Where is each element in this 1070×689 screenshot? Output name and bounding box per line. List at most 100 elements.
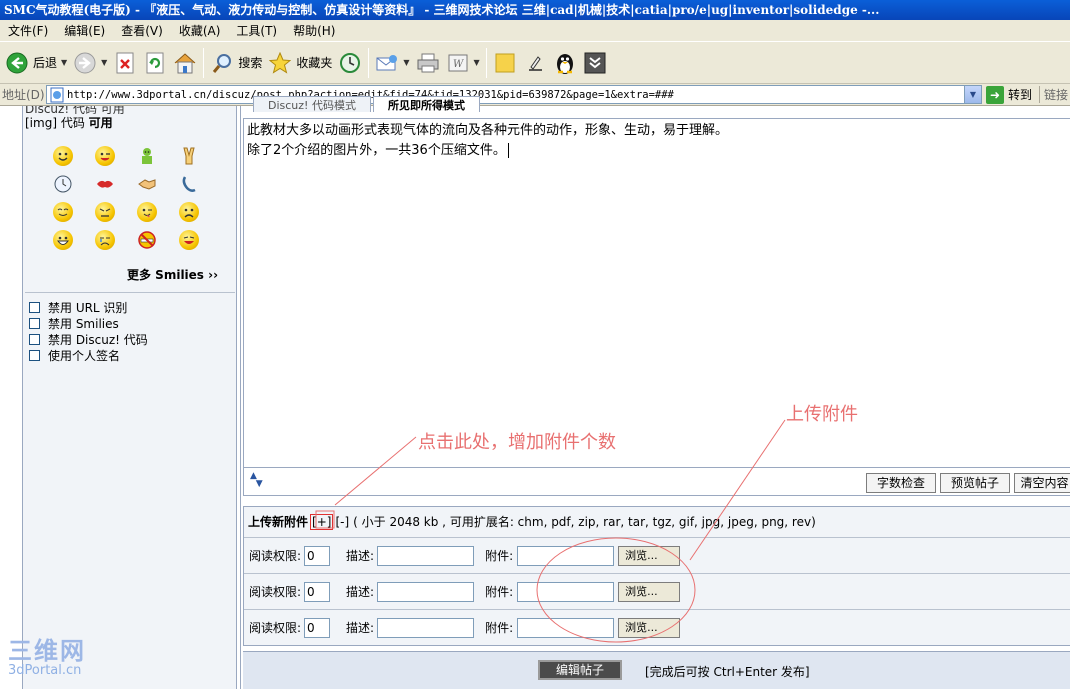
menu-favorites[interactable]: 收藏(A) — [171, 20, 229, 42]
smiley-green-man-icon[interactable] — [137, 146, 157, 166]
disable-url-checkbox[interactable] — [29, 301, 40, 313]
menu-tools[interactable]: 工具(T) — [228, 20, 285, 42]
option-disable-url[interactable]: 禁用 URL 识别 — [29, 299, 148, 315]
edit-post-button[interactable]: 编辑帖子 — [538, 660, 622, 680]
editor-panel: Discuz! 代码模式 所见即所得模式 此教材大多以动画形式表现气体的流向及各… — [240, 96, 1070, 689]
tab-wysiwyg-mode[interactable]: 所见即所得模式 — [372, 96, 480, 112]
home-button[interactable] — [170, 46, 200, 80]
description-input[interactable] — [377, 545, 475, 566]
description-label: 描述: — [346, 585, 375, 599]
go-button[interactable]: ➜ 转到 — [986, 85, 1032, 104]
attachment-file-input[interactable] — [517, 617, 615, 638]
browse-button[interactable]: 浏览... — [618, 581, 681, 602]
option-disable-discuz-code[interactable]: 禁用 Discuz! 代码 — [29, 331, 148, 347]
remove-attachment-link[interactable]: [-] — [335, 515, 349, 529]
pen-icon — [523, 51, 547, 75]
notes-button[interactable] — [490, 46, 520, 80]
use-signature-checkbox[interactable] — [29, 349, 40, 361]
smiley-smile-icon[interactable] — [53, 146, 73, 166]
page-content: Discuz! 代码 可用 [img] 代码 可用 更多 Smilies ›› … — [0, 96, 1070, 689]
clear-content-button[interactable]: 清空内容 — [1014, 473, 1070, 493]
attachment-label: 附件: — [485, 621, 514, 635]
resize-arrows-icon[interactable]: ▲ ▼ — [250, 472, 268, 489]
editor-line: 此教材大多以动画形式表现气体的流向及各种元件的动作，形象、生动，易于理解。 — [247, 123, 729, 138]
option-label: 禁用 Discuz! 代码 — [48, 332, 148, 347]
smiley-happy-icon[interactable] — [53, 202, 73, 222]
smiley-phone-icon[interactable] — [179, 174, 199, 194]
attachment-file-input[interactable] — [517, 581, 615, 602]
search-button[interactable]: 搜索 — [207, 46, 265, 80]
read-permission-input[interactable]: 0 — [304, 545, 331, 566]
smiley-no-smoking-icon[interactable] — [137, 230, 157, 250]
smiley-laugh-icon[interactable] — [179, 230, 199, 250]
smiley-tongue-icon[interactable] — [137, 202, 157, 222]
tab-discuz-code-mode[interactable]: Discuz! 代码模式 — [253, 96, 371, 112]
read-permission-input[interactable]: 0 — [304, 617, 331, 638]
smiley-clock-icon[interactable] — [53, 174, 73, 194]
click-here-annotation: 点击此处，增加附件个数 — [418, 432, 616, 453]
smilies-grid — [53, 146, 203, 250]
favorites-button[interactable]: 收藏夹 — [265, 46, 335, 80]
site-watermark-logo: 三维网 3dPortal.cn — [8, 638, 103, 682]
svg-text:W: W — [453, 59, 464, 70]
back-button[interactable]: 后退 ▼ — [2, 46, 70, 80]
preview-post-button[interactable]: 预览帖子 — [940, 473, 1010, 493]
disable-discuz-code-checkbox[interactable] — [29, 333, 40, 345]
upload-attachment-annotation: 上传附件 — [786, 404, 858, 425]
attachment-file-input[interactable] — [517, 545, 615, 566]
print-button[interactable] — [413, 46, 443, 80]
menu-help[interactable]: 帮助(H) — [285, 20, 343, 42]
toolbar-separator — [368, 47, 370, 78]
links-label[interactable]: 链接 — [1038, 86, 1068, 103]
menu-file[interactable]: 文件(F) — [0, 20, 56, 42]
option-label: 使用个人签名 — [48, 348, 121, 363]
back-dropdown-icon[interactable]: ▼ — [61, 58, 67, 67]
download-button[interactable] — [580, 46, 610, 80]
option-label: 禁用 URL 识别 — [48, 300, 128, 315]
read-permission-input[interactable]: 0 — [304, 581, 331, 602]
smiley-handshake-icon[interactable] — [137, 174, 157, 194]
smiley-cry-icon[interactable] — [95, 230, 115, 250]
history-icon — [338, 51, 362, 75]
sidebar-clipped-row: Discuz! 代码 可用 — [23, 106, 236, 114]
read-permission-label: 阅读权限: — [249, 549, 302, 563]
smiley-wink-icon[interactable] — [95, 146, 115, 166]
option-label: 禁用 Smilies — [48, 316, 119, 331]
smiley-angry-icon[interactable] — [95, 202, 115, 222]
stop-button[interactable] — [110, 46, 140, 80]
read-permission-label: 阅读权限: — [249, 621, 302, 635]
edit-dropdown-icon[interactable]: ▼ — [474, 58, 480, 67]
history-button[interactable] — [335, 46, 365, 80]
disable-smilies-checkbox[interactable] — [29, 317, 40, 329]
word-count-button[interactable]: 字数检查 — [866, 473, 936, 493]
search-label: 搜索 — [238, 56, 263, 70]
editor-mode-tabs: Discuz! 代码模式 所见即所得模式 — [253, 96, 482, 112]
smiley-sad-icon[interactable] — [179, 202, 199, 222]
smiley-grin-icon[interactable] — [53, 230, 73, 250]
mail-dropdown-icon[interactable]: ▼ — [403, 58, 409, 67]
post-content-editor[interactable]: 此教材大多以动画形式表现气体的流向及各种元件的动作，形象、生动，易于理解。 除了… — [243, 118, 1070, 468]
option-disable-smilies[interactable]: 禁用 Smilies — [29, 315, 148, 331]
edit-word-button[interactable]: W ▼ — [443, 46, 483, 80]
mail-button[interactable]: ▼ — [372, 46, 412, 80]
add-attachment-link[interactable]: [+] — [310, 513, 334, 530]
menu-view[interactable]: 查看(V) — [113, 20, 171, 42]
browse-button[interactable]: 浏览... — [618, 617, 681, 638]
smiley-lips-icon[interactable] — [95, 174, 115, 194]
description-input[interactable] — [377, 581, 475, 602]
browse-button[interactable]: 浏览... — [618, 545, 681, 566]
menu-edit[interactable]: 编辑(E) — [56, 20, 113, 42]
address-dropdown-icon[interactable]: ▼ — [964, 86, 981, 103]
option-use-signature[interactable]: 使用个人签名 — [29, 347, 148, 363]
refresh-button[interactable] — [140, 46, 170, 80]
qq-button[interactable] — [550, 46, 580, 80]
left-gutter — [0, 106, 22, 689]
upload-attachments-section: 上传新附件 [+] [-] ( 小于 2048 kb , 可用扩展名: chm,… — [243, 506, 1070, 646]
more-smilies-link[interactable]: 更多 Smilies ›› — [127, 266, 218, 283]
forward-dropdown-icon[interactable]: ▼ — [101, 58, 107, 67]
address-input[interactable]: http://www.3dportal.cn/discuz/post.php?a… — [46, 85, 982, 104]
smiley-victory-icon[interactable] — [179, 146, 199, 166]
description-input[interactable] — [377, 617, 475, 638]
forward-button[interactable]: ▼ — [70, 46, 110, 80]
research-button[interactable] — [520, 46, 550, 80]
